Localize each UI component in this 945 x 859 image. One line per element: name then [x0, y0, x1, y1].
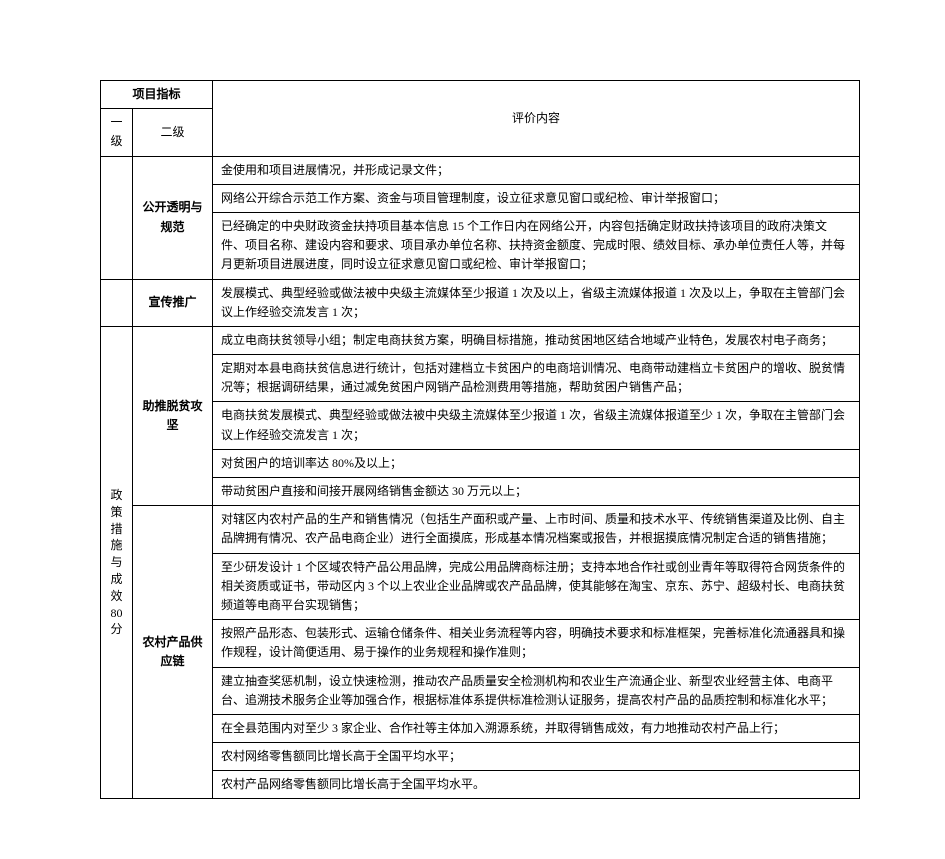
level2-cell-2: 宣传推广: [133, 279, 213, 326]
content-cell: 成立电商扶贫领导小组；制定电商扶贫方案，明确目标措施，推动贫困地区结合地域产业特…: [213, 326, 860, 354]
header-project-indicator: 项目指标: [101, 81, 213, 109]
table-row: 宣传推广 发展模式、典型经验或做法被中央级主流媒体至少报道 1 次及以上，省级主…: [101, 279, 860, 326]
table-row: 网络公开综合示范工作方案、资金与项目管理制度，设立征求意见窗口或纪检、审计举报窗…: [101, 184, 860, 212]
content-cell: 农村产品网络零售额同比增长高于全国平均水平。: [213, 771, 860, 799]
table-row: 政 策 措 施 与 成 效 80 分 助推脱贫攻坚 成立电商扶贫领导小组；制定电…: [101, 326, 860, 354]
vlabel-line: 策: [107, 504, 126, 521]
table-row: 按照产品形态、包装形式、运输仓储条件、相关业务流程等内容，明确技术要求和标准框架…: [101, 620, 860, 667]
vlabel-line: 与: [107, 554, 126, 571]
table-row: 带动贫困户直接和间接开展网络销售金额达 30 万元以上；: [101, 478, 860, 506]
content-cell: 农村网络零售额同比增长高于全国平均水平；: [213, 743, 860, 771]
table-row: 对贫困户的培训率达 80%及以上；: [101, 449, 860, 477]
content-cell: 对贫困户的培训率达 80%及以上；: [213, 449, 860, 477]
level1-cell-empty-top: [101, 156, 133, 279]
vlabel-line: 效: [107, 588, 126, 605]
level1-cell-empty-mid: [101, 279, 133, 326]
level1-vertical-label: 政 策 措 施 与 成 效 80 分: [101, 326, 133, 799]
level2-cell-1: 公开透明与规范: [133, 156, 213, 279]
vlabel-line: 措: [107, 521, 126, 538]
content-cell: 网络公开综合示范工作方案、资金与项目管理制度，设立征求意见窗口或纪检、审计举报窗…: [213, 184, 860, 212]
table-row: 建立抽查奖惩机制，设立快速检测，推动农产品质量安全检测机构和农业生产流通企业、新…: [101, 667, 860, 714]
header-evaluation-content: 评价内容: [213, 81, 860, 157]
table-row: 在全县范围内对至少 3 家企业、合作社等主体加入溯源系统，并取得销售成效，有力地…: [101, 714, 860, 742]
table-row: 农村网络零售额同比增长高于全国平均水平；: [101, 743, 860, 771]
vlabel-line: 成: [107, 571, 126, 588]
table-row: 定期对本县电商扶贫信息进行统计，包括对建档立卡贫困户的电商培训情况、电商带动建档…: [101, 355, 860, 402]
content-cell: 建立抽查奖惩机制，设立快速检测，推动农产品质量安全检测机构和农业生产流通企业、新…: [213, 667, 860, 714]
content-cell: 定期对本县电商扶贫信息进行统计，包括对建档立卡贫困户的电商培训情况、电商带动建档…: [213, 355, 860, 402]
evaluation-table: 项目指标 评价内容 一级 二级 公开透明与规范 金使用和项目进展情况，并形成记录…: [100, 80, 860, 799]
content-cell: 至少研发设计 1 个区域农特产品公用品牌，完成公用品牌商标注册；支持本地合作社或…: [213, 553, 860, 620]
vlabel-line: 80: [107, 605, 126, 622]
content-cell: 发展模式、典型经验或做法被中央级主流媒体至少报道 1 次及以上，省级主流媒体报道…: [213, 279, 860, 326]
table-row: 公开透明与规范 金使用和项目进展情况，并形成记录文件；: [101, 156, 860, 184]
header-level1: 一级: [101, 109, 133, 156]
vlabel-line: 施: [107, 537, 126, 554]
table-row: 农村产品网络零售额同比增长高于全国平均水平。: [101, 771, 860, 799]
content-cell: 在全县范围内对至少 3 家企业、合作社等主体加入溯源系统，并取得销售成效，有力地…: [213, 714, 860, 742]
table-row: 农村产品供应链 对辖区内农村产品的生产和销售情况（包括生产面积或产量、上市时间、…: [101, 506, 860, 553]
content-cell: 按照产品形态、包装形式、运输仓储条件、相关业务流程等内容，明确技术要求和标准框架…: [213, 620, 860, 667]
content-cell: 对辖区内农村产品的生产和销售情况（包括生产面积或产量、上市时间、质量和技术水平、…: [213, 506, 860, 553]
content-cell: 带动贫困户直接和间接开展网络销售金额达 30 万元以上；: [213, 478, 860, 506]
level2-cell-4: 农村产品供应链: [133, 506, 213, 799]
content-cell: 金使用和项目进展情况，并形成记录文件；: [213, 156, 860, 184]
table-row: 至少研发设计 1 个区域农特产品公用品牌，完成公用品牌商标注册；支持本地合作社或…: [101, 553, 860, 620]
content-cell: 电商扶贫发展模式、典型经验或做法被中央级主流媒体至少报道 1 次，省级主流媒体报…: [213, 402, 860, 449]
header-level2: 二级: [133, 109, 213, 156]
vlabel-line: 分: [107, 621, 126, 638]
table-row: 电商扶贫发展模式、典型经验或做法被中央级主流媒体至少报道 1 次，省级主流媒体报…: [101, 402, 860, 449]
vlabel-line: 政: [107, 487, 126, 504]
table-row: 已经确定的中央财政资金扶持项目基本信息 15 个工作日内在网络公开，内容包括确定…: [101, 212, 860, 279]
header-row-1: 项目指标 评价内容: [101, 81, 860, 109]
level2-cell-3: 助推脱贫攻坚: [133, 326, 213, 505]
content-cell: 已经确定的中央财政资金扶持项目基本信息 15 个工作日内在网络公开，内容包括确定…: [213, 212, 860, 279]
